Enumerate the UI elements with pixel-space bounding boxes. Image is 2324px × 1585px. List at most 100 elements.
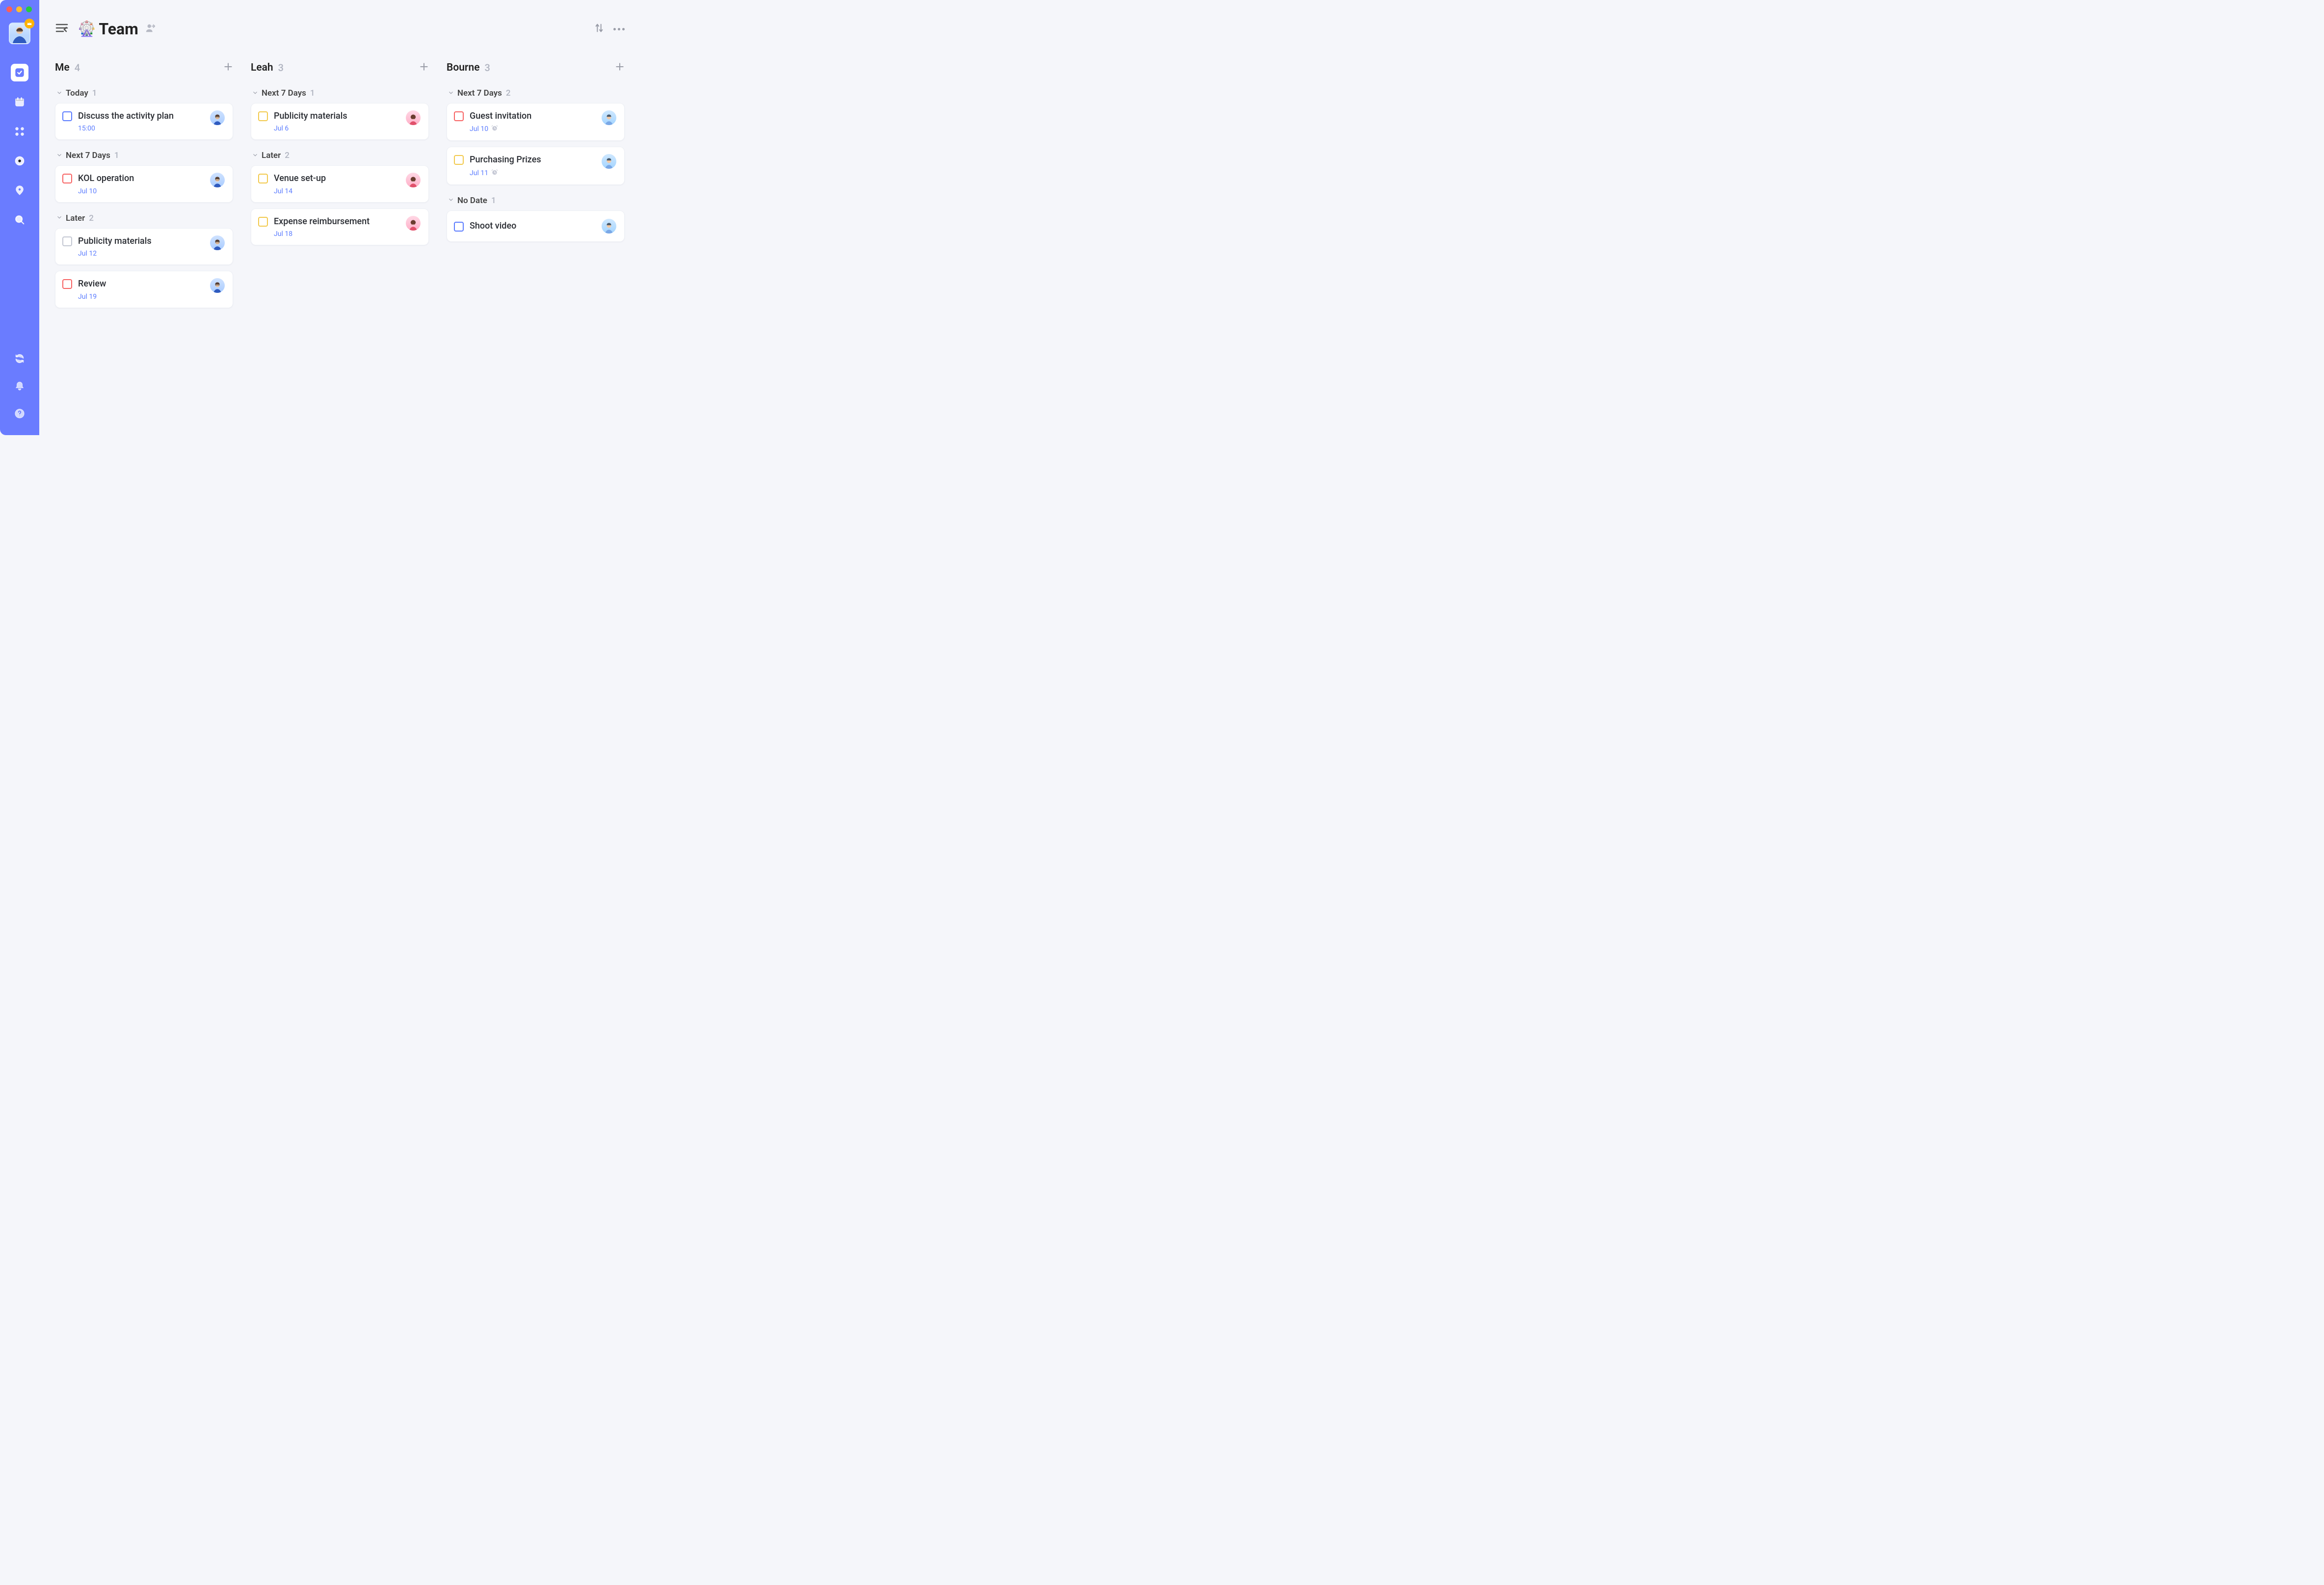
task-assignee-avatar[interactable]: [602, 154, 616, 169]
group-name: No Date: [457, 196, 487, 206]
main-content: 🎡 Team Me 4 Today 1 Dis: [39, 0, 638, 435]
group-count: 2: [506, 88, 511, 98]
task-checkbox[interactable]: [62, 111, 72, 121]
task-card[interactable]: Shoot video: [447, 210, 625, 242]
board-column: Bourne 3 Next 7 Days 2 Guest invitation …: [447, 62, 625, 315]
sidebar: [0, 0, 39, 435]
task-title: Guest invitation: [470, 110, 596, 122]
add-task-icon[interactable]: [419, 62, 429, 74]
task-checkbox[interactable]: [62, 279, 72, 289]
task-date: Jul 6: [274, 125, 400, 132]
group-count: 1: [92, 88, 97, 98]
chevron-down-icon: [448, 89, 454, 98]
task-checkbox[interactable]: [454, 111, 464, 121]
task-assignee-avatar[interactable]: [406, 216, 421, 231]
chevron-down-icon: [448, 196, 454, 205]
column-name: Leah: [251, 62, 273, 74]
window-controls: [6, 6, 32, 12]
nav-help-icon[interactable]: [11, 405, 28, 422]
task-card[interactable]: Expense reimbursement Jul 18: [251, 208, 429, 245]
task-date: Jul 11: [470, 169, 596, 178]
task-checkbox[interactable]: [258, 217, 268, 227]
group-header[interactable]: Today 1: [55, 84, 233, 103]
nav-focus[interactable]: [11, 152, 28, 170]
share-icon[interactable]: [145, 23, 156, 35]
toggle-sidebar-icon[interactable]: [55, 22, 69, 36]
group-header[interactable]: Next 7 Days 1: [251, 84, 429, 103]
task-assignee-avatar[interactable]: [406, 173, 421, 187]
nav-calendar[interactable]: [11, 93, 28, 111]
task-title: Shoot video: [470, 220, 596, 232]
group-count: 2: [285, 151, 290, 160]
board-column: Leah 3 Next 7 Days 1 Publicity materials…: [251, 62, 429, 315]
group-count: 2: [89, 213, 94, 223]
task-card[interactable]: Review Jul 19: [55, 271, 233, 308]
task-date: Jul 10: [470, 125, 596, 133]
reminder-icon: [491, 169, 498, 178]
group-header[interactable]: Later 2: [251, 147, 429, 165]
sort-icon[interactable]: [594, 23, 605, 35]
task-group: Next 7 Days 1 KOL operation Jul 10: [55, 147, 233, 202]
nav-apps[interactable]: [11, 123, 28, 140]
task-checkbox[interactable]: [258, 174, 268, 183]
page-title: Team: [99, 20, 138, 38]
chevron-down-icon: [252, 151, 259, 160]
group-header[interactable]: Later 2: [55, 209, 233, 228]
task-checkbox[interactable]: [62, 174, 72, 183]
group-count: 1: [491, 196, 496, 206]
add-task-icon[interactable]: [615, 62, 625, 74]
task-title: KOL operation: [78, 173, 204, 184]
board: Me 4 Today 1 Discuss the activity plan 1…: [55, 62, 625, 315]
task-checkbox[interactable]: [454, 155, 464, 165]
task-group: Next 7 Days 1 Publicity materials Jul 6: [251, 84, 429, 140]
task-checkbox[interactable]: [258, 111, 268, 121]
task-group: No Date 1 Shoot video: [447, 192, 625, 242]
nav-notifications-icon[interactable]: [11, 377, 28, 395]
column-name: Bourne: [447, 62, 480, 74]
task-title: Publicity materials: [274, 110, 400, 122]
task-group: Later 2 Publicity materials Jul 12 Revie…: [55, 209, 233, 308]
task-assignee-avatar[interactable]: [602, 219, 616, 234]
task-checkbox[interactable]: [454, 222, 464, 232]
task-title: Discuss the activity plan: [78, 110, 204, 122]
nav-location[interactable]: [11, 182, 28, 199]
reminder-icon: [491, 125, 498, 133]
task-title: Purchasing Prizes: [470, 154, 596, 165]
minimize-window[interactable]: [16, 6, 22, 12]
task-assignee-avatar[interactable]: [406, 110, 421, 125]
group-name: Later: [66, 213, 85, 223]
nav-sync-icon[interactable]: [11, 350, 28, 367]
group-header[interactable]: No Date 1: [447, 192, 625, 210]
task-card[interactable]: Publicity materials Jul 6: [251, 103, 429, 140]
task-card[interactable]: Publicity materials Jul 12: [55, 228, 233, 265]
column-count: 4: [75, 62, 80, 74]
task-card[interactable]: Venue set-up Jul 14: [251, 165, 429, 202]
maximize-window[interactable]: [26, 6, 32, 12]
task-card[interactable]: Discuss the activity plan 15:00: [55, 103, 233, 140]
more-options-icon[interactable]: [613, 28, 625, 30]
task-assignee-avatar[interactable]: [210, 278, 225, 293]
user-avatar[interactable]: [9, 23, 30, 44]
task-assignee-avatar[interactable]: [210, 173, 225, 187]
group-name: Next 7 Days: [262, 88, 306, 98]
column-header: Me 4: [55, 62, 233, 74]
task-card[interactable]: KOL operation Jul 10: [55, 165, 233, 202]
group-count: 1: [310, 88, 315, 98]
group-header[interactable]: Next 7 Days 1: [55, 147, 233, 165]
nav-tasks[interactable]: [11, 64, 28, 81]
add-task-icon[interactable]: [223, 62, 233, 74]
group-count: 1: [114, 151, 119, 160]
nav-search[interactable]: [11, 211, 28, 229]
task-card[interactable]: Guest invitation Jul 10: [447, 103, 625, 141]
chevron-down-icon: [56, 89, 63, 98]
task-checkbox[interactable]: [62, 236, 72, 246]
chevron-down-icon: [56, 151, 63, 160]
task-assignee-avatar[interactable]: [602, 110, 616, 125]
task-assignee-avatar[interactable]: [210, 110, 225, 125]
close-window[interactable]: [6, 6, 12, 12]
task-date: Jul 12: [78, 250, 204, 258]
task-card[interactable]: Purchasing Prizes Jul 11: [447, 147, 625, 184]
column-header: Bourne 3: [447, 62, 625, 74]
task-assignee-avatar[interactable]: [210, 235, 225, 250]
group-header[interactable]: Next 7 Days 2: [447, 84, 625, 103]
